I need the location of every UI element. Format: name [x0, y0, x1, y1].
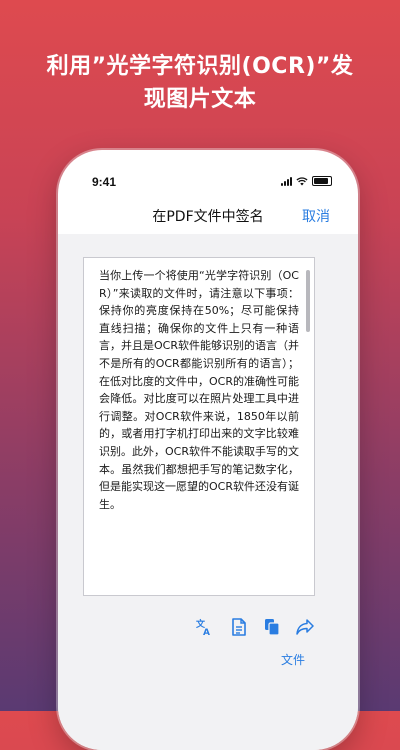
headline-line-2: 现图片文本 — [143, 87, 257, 112]
bottom-toolbar: 文 A — [58, 616, 358, 638]
status-icons — [281, 176, 332, 186]
nav-bar: 在PDF文件中签名 取消 — [58, 198, 358, 234]
copy-icon[interactable] — [261, 616, 283, 638]
promo-headline: 利用”光学字符识别(OCR)”发 现图片文本 — [0, 50, 400, 116]
ocr-text-area[interactable]: 当你上传一个将使用“光学字符识别（OCR）”来读取的文件时，请注意以下事项：保持… — [83, 257, 315, 596]
battery-icon — [312, 176, 332, 186]
scrollbar[interactable] — [306, 270, 310, 332]
phone-frame: 9:41 在PDF文件中签名 取消 当你上传一个将使用“光学字符识别（OCR）”… — [58, 150, 358, 750]
share-icon[interactable] — [294, 616, 316, 638]
status-time: 9:41 — [92, 175, 117, 189]
wifi-icon — [296, 177, 308, 186]
status-bar: 9:41 — [58, 150, 358, 190]
document-icon[interactable] — [228, 616, 250, 638]
document-text: 当你上传一个将使用“光学字符识别（OCR）”来读取的文件时，请注意以下事项：保持… — [99, 269, 299, 511]
translate-icon[interactable]: 文 A — [193, 616, 215, 638]
content-area: 当你上传一个将使用“光学字符识别（OCR）”来读取的文件时，请注意以下事项：保持… — [58, 234, 358, 750]
headline-line-1: 利用”光学字符识别(OCR)”发 — [46, 54, 354, 79]
signal-icon — [281, 177, 292, 186]
cancel-button[interactable]: 取消 — [302, 206, 330, 226]
file-button[interactable]: 文件 — [281, 651, 305, 668]
svg-text:A: A — [203, 628, 210, 636]
